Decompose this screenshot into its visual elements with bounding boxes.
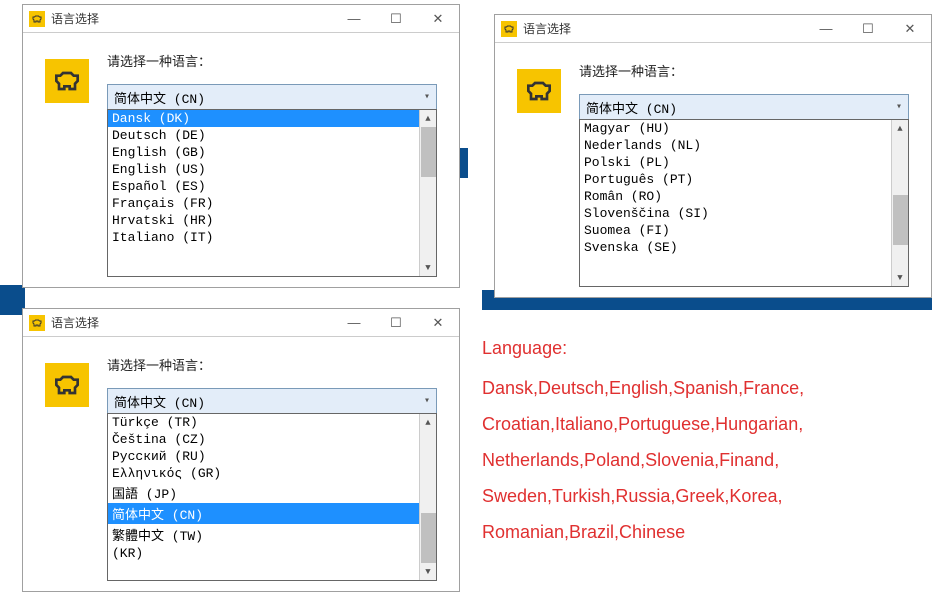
window-title: 语言选择 <box>51 10 99 27</box>
list-item[interactable]: Hrvatski (HR) <box>108 212 436 229</box>
scroll-thumb[interactable] <box>893 195 908 245</box>
titlebar[interactable]: 语言选择 — ☐ ✕ <box>495 15 931 43</box>
engine-icon-large <box>517 69 561 113</box>
window-controls: — ☐ ✕ <box>333 5 459 32</box>
maximize-button[interactable]: ☐ <box>375 5 417 32</box>
language-line: Sweden,Turkish,Russia,Greek,Korea, <box>482 486 782 506</box>
list-item[interactable]: Nederlands (NL) <box>580 137 908 154</box>
language-line: Croatian,Italiano,Portuguese,Hungarian, <box>482 414 803 434</box>
chevron-down-icon: ▾ <box>896 101 902 113</box>
engine-icon-large <box>45 59 89 103</box>
language-select-window-3: 语言选择 — ☐ ✕ 请选择一种语言： 简体中文 (CN) ▾ Türkçe (… <box>22 308 460 592</box>
list-item[interactable]: Español (ES) <box>108 178 436 195</box>
list-item[interactable]: Italiano (IT) <box>108 229 436 246</box>
list-item[interactable]: 繁體中文 (TW) <box>108 524 436 545</box>
language-select-window-1: 语言选择 — ☐ ✕ 请选择一种语言： 简体中文 (CN) ▾ Dansk (D… <box>22 4 460 288</box>
list-item[interactable]: Slovenščina (SI) <box>580 205 908 222</box>
language-listbox[interactable]: Türkçe (TR)Čeština (CZ)Русский (RU)Eλλην… <box>107 413 437 581</box>
language-select[interactable]: 简体中文 (CN) ▾ <box>579 94 909 120</box>
window-controls: — ☐ ✕ <box>333 309 459 336</box>
chevron-down-icon: ▾ <box>424 395 430 407</box>
window-title: 语言选择 <box>523 20 571 37</box>
titlebar[interactable]: 语言选择 — ☐ ✕ <box>23 5 459 33</box>
language-listbox[interactable]: Dansk (DK)Deutsch (DE)English (GB)Englis… <box>107 109 437 277</box>
scroll-up-button[interactable]: ▲ <box>420 110 436 127</box>
maximize-button[interactable]: ☐ <box>847 15 889 42</box>
list-item[interactable]: Svenska (SE) <box>580 239 908 256</box>
list-item[interactable]: Eλληνικός (GR) <box>108 465 436 482</box>
language-line: Netherlands,Poland,Slovenia,Finand, <box>482 450 779 470</box>
minimize-button[interactable]: — <box>333 309 375 336</box>
language-listbox[interactable]: Magyar (HU)Nederlands (NL)Polski (PL)Por… <box>579 119 909 287</box>
engine-icon <box>501 21 517 37</box>
scroll-down-button[interactable]: ▼ <box>892 269 908 286</box>
engine-icon <box>29 315 45 331</box>
list-item[interactable]: 国語 (JP) <box>108 482 436 503</box>
language-header: Language: <box>482 330 927 366</box>
scroll-down-button[interactable]: ▼ <box>420 563 436 580</box>
scroll-up-button[interactable]: ▲ <box>892 120 908 137</box>
engine-icon-large <box>45 363 89 407</box>
prompt-label: 请选择一种语言： <box>107 51 437 70</box>
list-item[interactable]: Român (RO) <box>580 188 908 205</box>
list-item[interactable]: Français (FR) <box>108 195 436 212</box>
select-value: 简体中文 (CN) <box>114 88 205 107</box>
prompt-label: 请选择一种语言： <box>107 355 437 374</box>
chevron-down-icon: ▾ <box>424 91 430 103</box>
select-value: 简体中文 (CN) <box>586 98 677 117</box>
scrollbar[interactable]: ▲ ▼ <box>419 414 436 580</box>
list-item[interactable]: (KR) <box>108 545 436 562</box>
list-item[interactable]: English (GB) <box>108 144 436 161</box>
close-button[interactable]: ✕ <box>417 5 459 32</box>
list-item[interactable]: Dansk (DK) <box>108 110 436 127</box>
prompt-label: 请选择一种语言： <box>579 61 909 80</box>
language-line: Dansk,Deutsch,English,Spanish,France, <box>482 378 804 398</box>
language-summary-text: Language: Dansk,Deutsch,English,Spanish,… <box>482 330 927 550</box>
list-item[interactable]: Русский (RU) <box>108 448 436 465</box>
language-select[interactable]: 简体中文 (CN) ▾ <box>107 84 437 110</box>
scrollbar[interactable]: ▲ ▼ <box>419 110 436 276</box>
list-item[interactable]: Polski (PL) <box>580 154 908 171</box>
list-item[interactable]: Deutsch (DE) <box>108 127 436 144</box>
window-title: 语言选择 <box>51 314 99 331</box>
list-item[interactable]: Magyar (HU) <box>580 120 908 137</box>
list-item[interactable]: Português (PT) <box>580 171 908 188</box>
close-button[interactable]: ✕ <box>889 15 931 42</box>
close-button[interactable]: ✕ <box>417 309 459 336</box>
maximize-button[interactable]: ☐ <box>375 309 417 336</box>
scroll-thumb[interactable] <box>421 127 436 177</box>
language-select[interactable]: 简体中文 (CN) ▾ <box>107 388 437 414</box>
scroll-up-button[interactable]: ▲ <box>420 414 436 431</box>
select-value: 简体中文 (CN) <box>114 392 205 411</box>
window-controls: — ☐ ✕ <box>805 15 931 42</box>
scrollbar[interactable]: ▲ ▼ <box>891 120 908 286</box>
language-line: Romanian,Brazil,Chinese <box>482 522 685 542</box>
engine-icon <box>29 11 45 27</box>
list-item[interactable]: English (US) <box>108 161 436 178</box>
titlebar[interactable]: 语言选择 — ☐ ✕ <box>23 309 459 337</box>
list-item[interactable]: Türkçe (TR) <box>108 414 436 431</box>
list-item[interactable]: 简体中文 (CN) <box>108 503 436 524</box>
list-item[interactable]: Suomea (FI) <box>580 222 908 239</box>
list-item[interactable]: Čeština (CZ) <box>108 431 436 448</box>
scroll-thumb[interactable] <box>421 513 436 563</box>
scroll-down-button[interactable]: ▼ <box>420 259 436 276</box>
minimize-button[interactable]: — <box>333 5 375 32</box>
language-select-window-2: 语言选择 — ☐ ✕ 请选择一种语言： 简体中文 (CN) ▾ Magyar (… <box>494 14 932 298</box>
minimize-button[interactable]: — <box>805 15 847 42</box>
